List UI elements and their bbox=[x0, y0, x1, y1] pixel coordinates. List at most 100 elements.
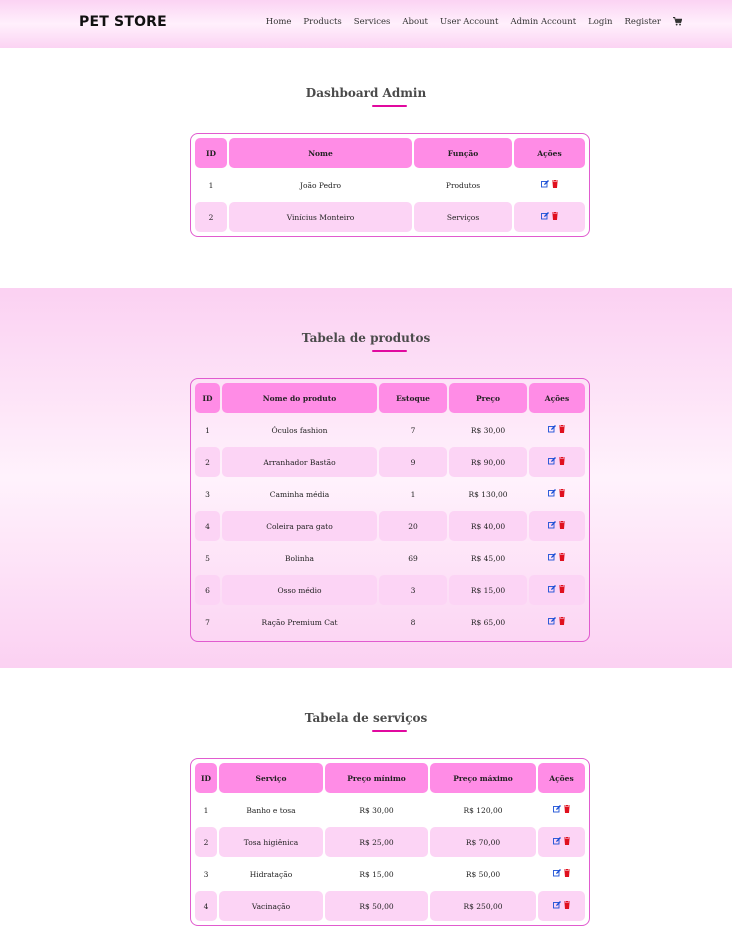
products-table-wrap: ID Nome do produto Estoque Preço Ações 1… bbox=[190, 378, 590, 642]
table-row: 6 Osso médio 3 R$ 15,00 bbox=[195, 575, 585, 605]
cell-stock: 9 bbox=[379, 447, 447, 477]
cell-price: R$ 90,00 bbox=[449, 447, 527, 477]
edit-icon[interactable] bbox=[548, 585, 556, 593]
trash-icon[interactable] bbox=[563, 869, 571, 877]
trash-icon[interactable] bbox=[563, 837, 571, 845]
cell-max-price: R$ 70,00 bbox=[430, 827, 536, 857]
brand-logo[interactable]: PET STORE bbox=[79, 14, 167, 30]
trash-icon[interactable] bbox=[558, 425, 566, 433]
cell-id: 1 bbox=[205, 425, 210, 435]
col-header: Preço máximo bbox=[430, 763, 536, 793]
cell-price: R$ 15,00 bbox=[449, 575, 527, 605]
trash-icon[interactable] bbox=[563, 901, 571, 909]
cell-actions bbox=[514, 170, 585, 200]
cell-id: 2 bbox=[195, 827, 217, 857]
trash-icon[interactable] bbox=[558, 489, 566, 497]
cell-min-price: R$ 25,00 bbox=[325, 827, 428, 857]
cell-name: João Pedro bbox=[300, 180, 341, 190]
cell-id: 2 bbox=[195, 202, 227, 232]
cell-id: 1 bbox=[208, 180, 214, 190]
nav-admin-account[interactable]: Admin Account bbox=[510, 17, 576, 27]
edit-icon[interactable] bbox=[552, 837, 561, 845]
services-table-wrap: ID Serviço Preço mínimo Preço máximo Açõ… bbox=[190, 758, 590, 926]
nav-products[interactable]: Products bbox=[303, 17, 341, 27]
cell-price: R$ 130,00 bbox=[468, 489, 508, 499]
table-row: 2 Arranhador Bastão 9 R$ 90,00 bbox=[195, 447, 585, 477]
nav-home[interactable]: Home bbox=[266, 17, 292, 27]
trash-icon[interactable] bbox=[563, 805, 571, 813]
cell-actions bbox=[529, 447, 585, 477]
cell-id: 1 bbox=[203, 805, 209, 815]
cell-id: 4 bbox=[195, 511, 220, 541]
cell-id: 3 bbox=[205, 489, 210, 499]
col-header: Ações bbox=[514, 138, 585, 168]
nav-services[interactable]: Services bbox=[354, 17, 391, 27]
table-row: 2 Vinícius Monteiro Serviços bbox=[195, 202, 585, 232]
table-row: 1 Banho e tosa R$ 30,00 R$ 120,00 bbox=[195, 795, 585, 825]
col-header: Preço bbox=[449, 383, 527, 413]
cell-actions bbox=[529, 511, 585, 541]
edit-icon[interactable] bbox=[540, 212, 549, 220]
nav-about[interactable]: About bbox=[402, 17, 428, 27]
table-row: 7 Ração Premium Cat 8 R$ 65,00 bbox=[195, 607, 585, 637]
edit-icon[interactable] bbox=[552, 901, 561, 909]
col-header: Estoque bbox=[379, 383, 447, 413]
col-header: ID bbox=[195, 383, 220, 413]
edit-icon[interactable] bbox=[548, 425, 556, 433]
cell-role: Produtos bbox=[445, 180, 481, 190]
trash-icon[interactable] bbox=[551, 212, 559, 220]
trash-icon[interactable] bbox=[558, 521, 566, 529]
admin-section: Dashboard Admin ID Nome Função Ações 1 J… bbox=[0, 48, 732, 288]
cell-price: R$ 40,00 bbox=[449, 511, 527, 541]
edit-icon[interactable] bbox=[552, 869, 561, 877]
cell-price: R$ 65,00 bbox=[470, 617, 506, 627]
cell-stock: 7 bbox=[410, 425, 416, 435]
cell-max-price: R$ 50,00 bbox=[465, 869, 501, 879]
cell-service: Vacinação bbox=[219, 891, 323, 921]
col-header: ID bbox=[195, 138, 227, 168]
services-title: Tabela de serviços bbox=[304, 711, 428, 725]
cell-product-name: Arranhador Bastão bbox=[222, 447, 377, 477]
cell-price: R$ 30,00 bbox=[470, 425, 506, 435]
table-row: 5 Bolinha 69 R$ 45,00 bbox=[195, 543, 585, 573]
table-row: 2 Tosa higiênica R$ 25,00 R$ 70,00 bbox=[195, 827, 585, 857]
title-underline bbox=[372, 105, 407, 107]
nav-login[interactable]: Login bbox=[588, 17, 612, 27]
trash-icon[interactable] bbox=[558, 585, 566, 593]
edit-icon[interactable] bbox=[548, 521, 556, 529]
products-section: Tabela de produtos ID Nome do produto Es… bbox=[0, 288, 732, 668]
edit-icon[interactable] bbox=[552, 805, 561, 813]
top-navbar: PET STORE Home Products Services About U… bbox=[0, 0, 732, 48]
cell-stock: 3 bbox=[379, 575, 447, 605]
cell-id: 3 bbox=[203, 869, 209, 879]
services-section: Tabela de serviços ID Serviço Preço míni… bbox=[0, 668, 732, 951]
trash-icon[interactable] bbox=[558, 457, 566, 465]
nav-user-account[interactable]: User Account bbox=[440, 17, 498, 27]
cell-id: 2 bbox=[195, 447, 220, 477]
edit-icon[interactable] bbox=[548, 457, 556, 465]
trash-icon[interactable] bbox=[558, 617, 566, 625]
edit-icon[interactable] bbox=[548, 617, 556, 625]
cell-service: Banho e tosa bbox=[246, 805, 296, 815]
cell-id: 6 bbox=[195, 575, 220, 605]
cell-actions bbox=[529, 575, 585, 605]
edit-icon[interactable] bbox=[548, 489, 556, 497]
col-header: Nome do produto bbox=[222, 383, 377, 413]
admin-table-wrap: ID Nome Função Ações 1 João Pedro Produt… bbox=[190, 133, 590, 237]
cell-id: 5 bbox=[205, 553, 210, 563]
edit-icon[interactable] bbox=[548, 553, 556, 561]
table-row: 3 Hidratação R$ 15,00 R$ 50,00 bbox=[195, 859, 585, 889]
cell-product-name: Coleira para gato bbox=[222, 511, 377, 541]
trash-icon[interactable] bbox=[551, 180, 559, 188]
col-header: Ações bbox=[538, 763, 585, 793]
col-header: Função bbox=[414, 138, 512, 168]
edit-icon[interactable] bbox=[540, 180, 549, 188]
nav-register[interactable]: Register bbox=[625, 17, 661, 27]
cart-icon[interactable] bbox=[673, 17, 682, 26]
cell-max-price: R$ 120,00 bbox=[463, 805, 503, 815]
table-row: 4 Vacinação R$ 50,00 R$ 250,00 bbox=[195, 891, 585, 921]
col-header: Preço mínimo bbox=[325, 763, 428, 793]
admin-table: ID Nome Função Ações 1 João Pedro Produt… bbox=[193, 136, 587, 234]
cell-stock: 69 bbox=[408, 553, 418, 563]
trash-icon[interactable] bbox=[558, 553, 566, 561]
